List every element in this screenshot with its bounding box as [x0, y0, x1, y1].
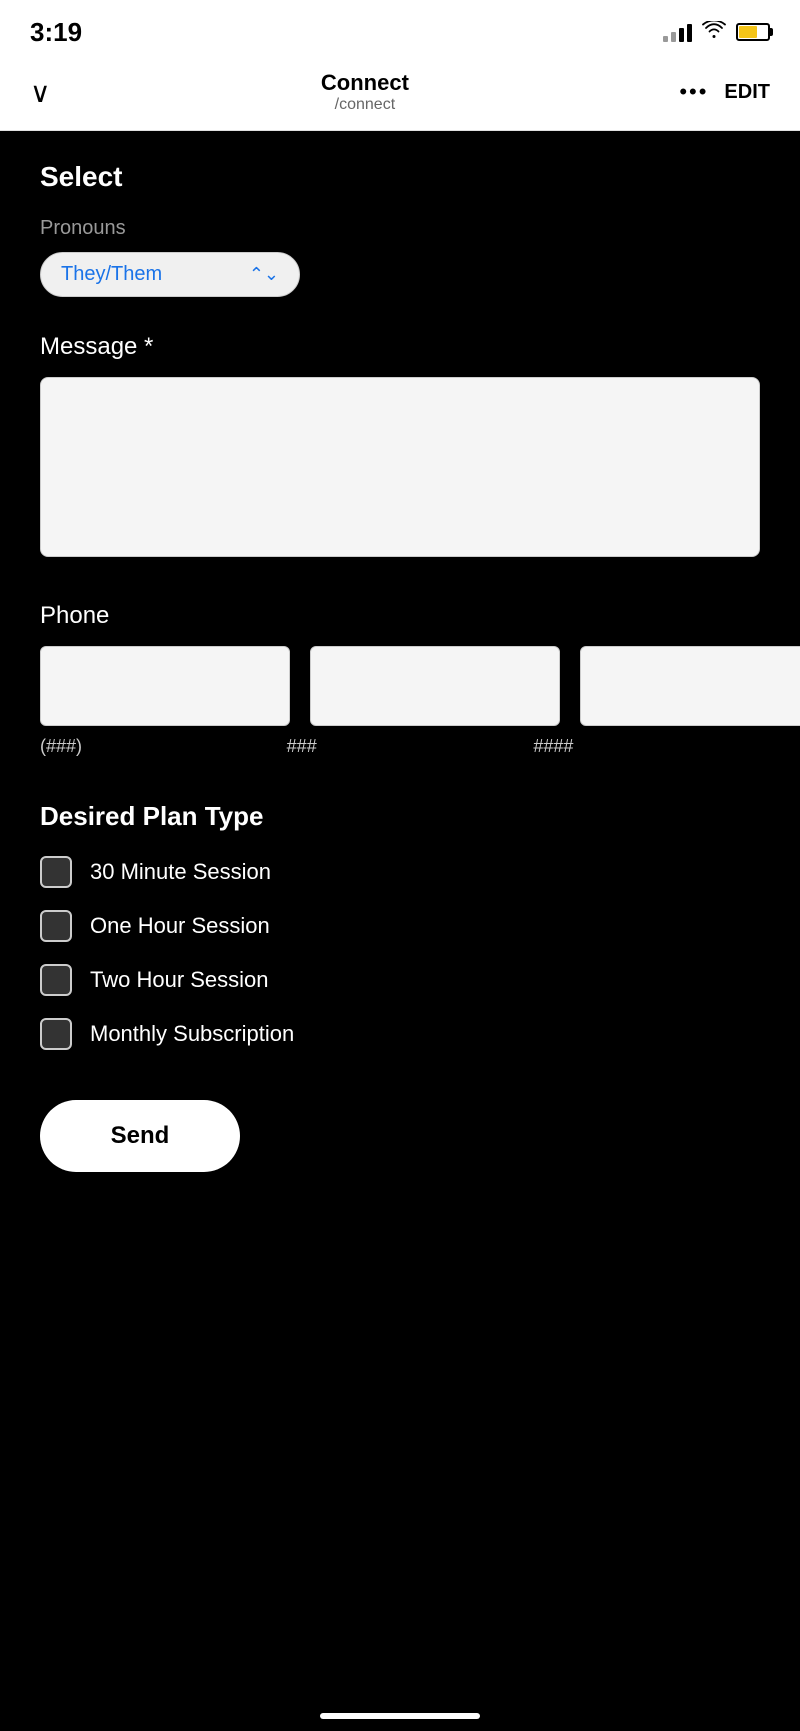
plan-label-monthly: Monthly Subscription	[90, 1021, 294, 1047]
plan-option-2hour[interactable]: Two Hour Session	[40, 964, 760, 996]
plan-label-30min: 30 Minute Session	[90, 859, 271, 885]
plan-type-section: Desired Plan Type 30 Minute Session One …	[40, 801, 760, 1050]
phone-format-labels: (###) ### ####	[40, 736, 760, 757]
phone-label: Phone	[40, 602, 760, 630]
select-heading: Select	[40, 161, 760, 193]
home-indicator	[320, 1713, 480, 1719]
pronouns-value: They/Them	[61, 263, 162, 286]
checkbox-30min[interactable]	[40, 856, 72, 888]
message-section: Message *	[40, 333, 760, 562]
checkbox-1hour[interactable]	[40, 910, 72, 942]
phone-inputs	[40, 646, 760, 726]
select-section: Select Pronouns They/Them ⌃⌄	[40, 161, 760, 297]
phone-format-3: ####	[533, 736, 760, 757]
pronouns-select[interactable]: They/Them ⌃⌄	[40, 252, 300, 297]
phone-section: Phone (###) ### ####	[40, 602, 760, 757]
form-content: Select Pronouns They/Them ⌃⌄ Message * P…	[0, 131, 800, 1242]
battery-icon	[736, 23, 770, 41]
status-time: 3:19	[30, 17, 82, 48]
send-section: Send	[40, 1100, 760, 1212]
phone-prefix-input[interactable]	[310, 646, 560, 726]
phone-format-2: ###	[287, 736, 514, 757]
nav-actions: ••• EDIT	[679, 79, 770, 105]
plan-option-1hour[interactable]: One Hour Session	[40, 910, 760, 942]
signal-icon	[663, 22, 692, 42]
phone-line-input[interactable]	[580, 646, 800, 726]
plan-option-monthly[interactable]: Monthly Subscription	[40, 1018, 760, 1050]
send-button[interactable]: Send	[40, 1100, 240, 1172]
nav-title-group: Connect /connect	[321, 70, 409, 114]
wifi-icon	[702, 21, 726, 44]
plan-label-2hour: Two Hour Session	[90, 967, 269, 993]
nav-subtitle: /connect	[321, 96, 409, 114]
select-arrows-icon: ⌃⌄	[249, 264, 279, 285]
nav-bar: ∨ Connect /connect ••• EDIT	[0, 60, 800, 131]
phone-format-1: (###)	[40, 736, 267, 757]
back-chevron-icon[interactable]: ∨	[30, 76, 51, 109]
message-input[interactable]	[40, 377, 760, 557]
nav-title: Connect	[321, 70, 409, 96]
pronouns-label: Pronouns	[40, 217, 760, 240]
status-bar: 3:19	[0, 0, 800, 60]
plan-label-1hour: One Hour Session	[90, 913, 270, 939]
edit-button[interactable]: EDIT	[724, 81, 770, 104]
phone-area-code-input[interactable]	[40, 646, 290, 726]
plan-option-30min[interactable]: 30 Minute Session	[40, 856, 760, 888]
checkbox-monthly[interactable]	[40, 1018, 72, 1050]
message-label: Message *	[40, 333, 760, 361]
status-icons	[663, 21, 770, 44]
plan-type-heading: Desired Plan Type	[40, 801, 760, 832]
more-options-icon[interactable]: •••	[679, 79, 708, 105]
checkbox-2hour[interactable]	[40, 964, 72, 996]
